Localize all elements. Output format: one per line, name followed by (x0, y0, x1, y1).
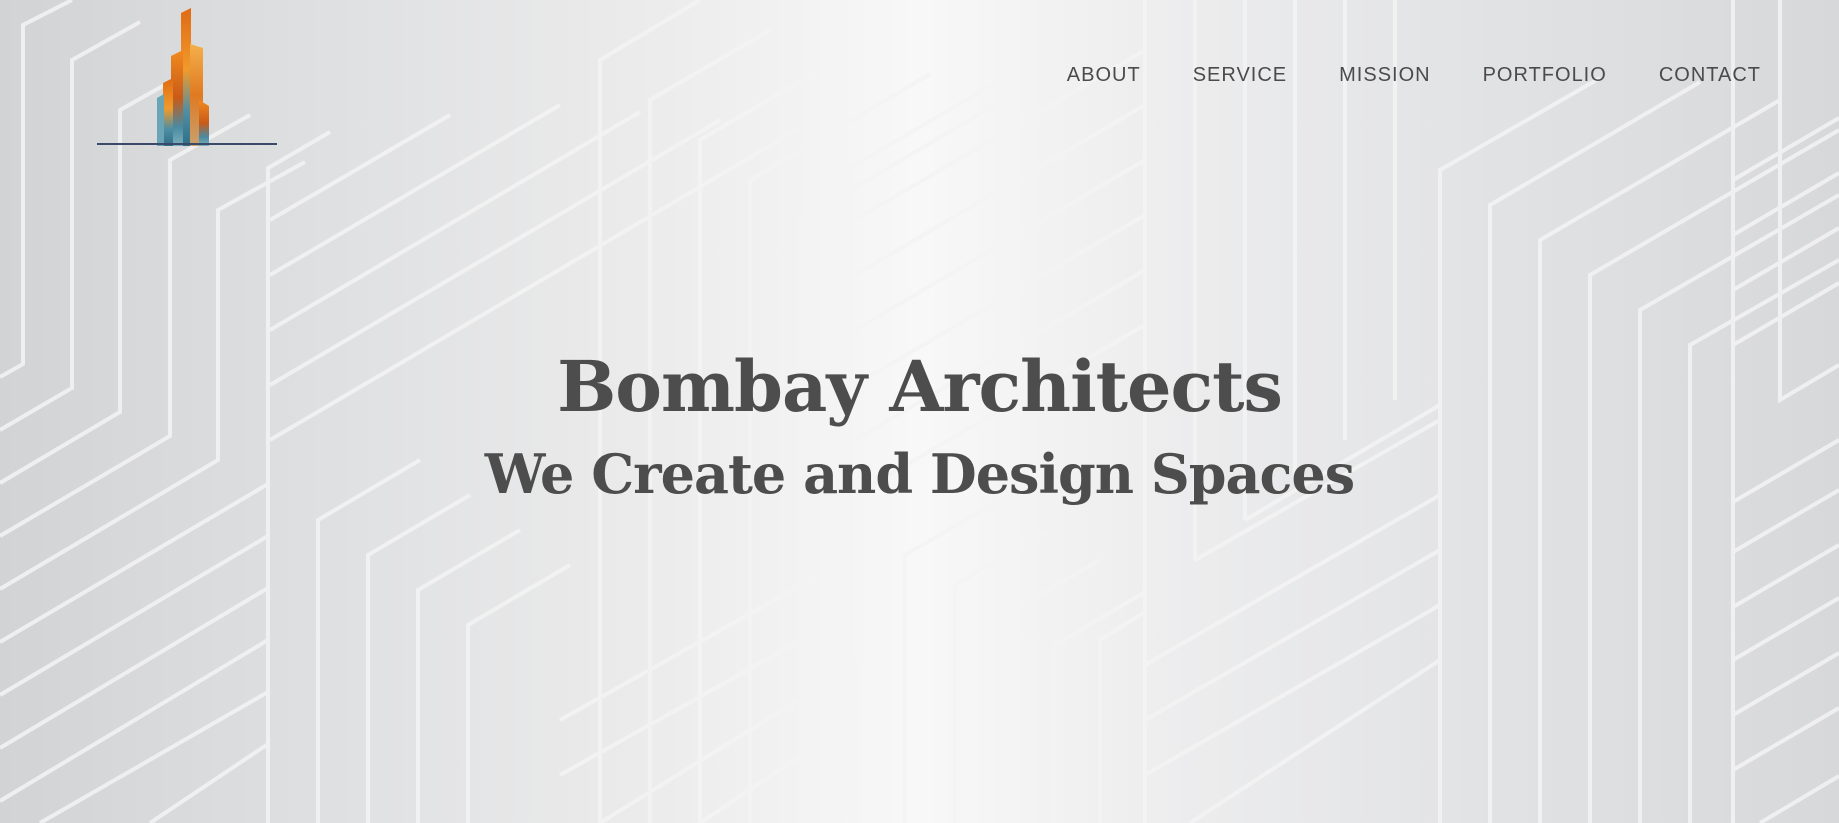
hero-subtitle: We Create and Design Spaces (484, 442, 1355, 506)
nav-portfolio-link[interactable]: PORTFOLIO (1483, 64, 1607, 87)
nav-contact-link[interactable]: CONTACT (1659, 64, 1761, 87)
hero-title: Bombay Architects (557, 345, 1283, 428)
nav-mission-link[interactable]: MISSION (1339, 64, 1430, 87)
nav-about-link[interactable]: ABOUT (1067, 64, 1141, 87)
site-header: ABOUT SERVICE MISSION PORTFOLIO CONTACT (0, 0, 1839, 150)
brand-logo[interactable] (97, 8, 277, 146)
skyscraper-logo-icon (97, 8, 277, 146)
nav-service-link[interactable]: SERVICE (1193, 64, 1287, 87)
main-nav: ABOUT SERVICE MISSION PORTFOLIO CONTACT (1067, 64, 1761, 87)
hero-section: Bombay Architects We Create and Design S… (0, 348, 1839, 504)
